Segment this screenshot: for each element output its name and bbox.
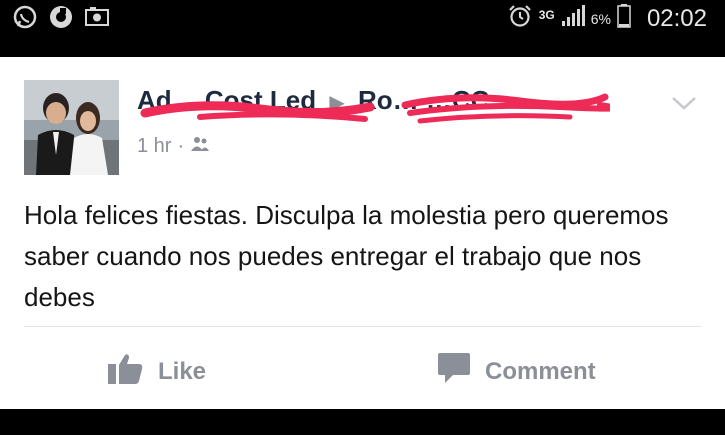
whatsapp-icon	[12, 4, 38, 35]
divider	[24, 326, 701, 327]
meta-separator: ·	[177, 135, 185, 157]
chevron-down-icon[interactable]	[671, 95, 697, 111]
status-bar: 3G 6% 02:02	[0, 0, 725, 36]
comment-label: Comment	[485, 357, 596, 385]
network-type: 3G	[538, 7, 555, 22]
system-icons: 3G 6% 02:02	[507, 3, 707, 34]
like-button[interactable]: Like	[108, 352, 206, 391]
signal-icon	[561, 5, 585, 32]
battery-icon	[617, 4, 631, 33]
post-text: Hola felices fiestas. Disculpa la molest…	[24, 200, 669, 312]
avatar[interactable]	[24, 80, 119, 175]
battery-percent: 6%	[590, 10, 611, 27]
like-label: Like	[158, 357, 207, 385]
thumbs-up-icon	[108, 352, 144, 391]
post-card: Ad… Cost Led ▶ Ro… …CC 1 hr · Hola felic…	[0, 57, 725, 409]
notification-icons	[12, 4, 110, 35]
post-meta: 1 hr ·	[137, 135, 210, 158]
photo-icon	[84, 6, 110, 33]
app-icon	[48, 4, 74, 35]
post-time[interactable]: 1 hr	[137, 135, 171, 158]
comment-button[interactable]: Comment	[437, 352, 596, 391]
redaction-scribble	[140, 93, 610, 124]
bottom-bar	[0, 409, 725, 435]
comment-icon	[437, 352, 471, 391]
clock: 02:02	[646, 4, 707, 32]
alarm-icon	[507, 3, 533, 34]
friends-icon	[190, 135, 210, 158]
